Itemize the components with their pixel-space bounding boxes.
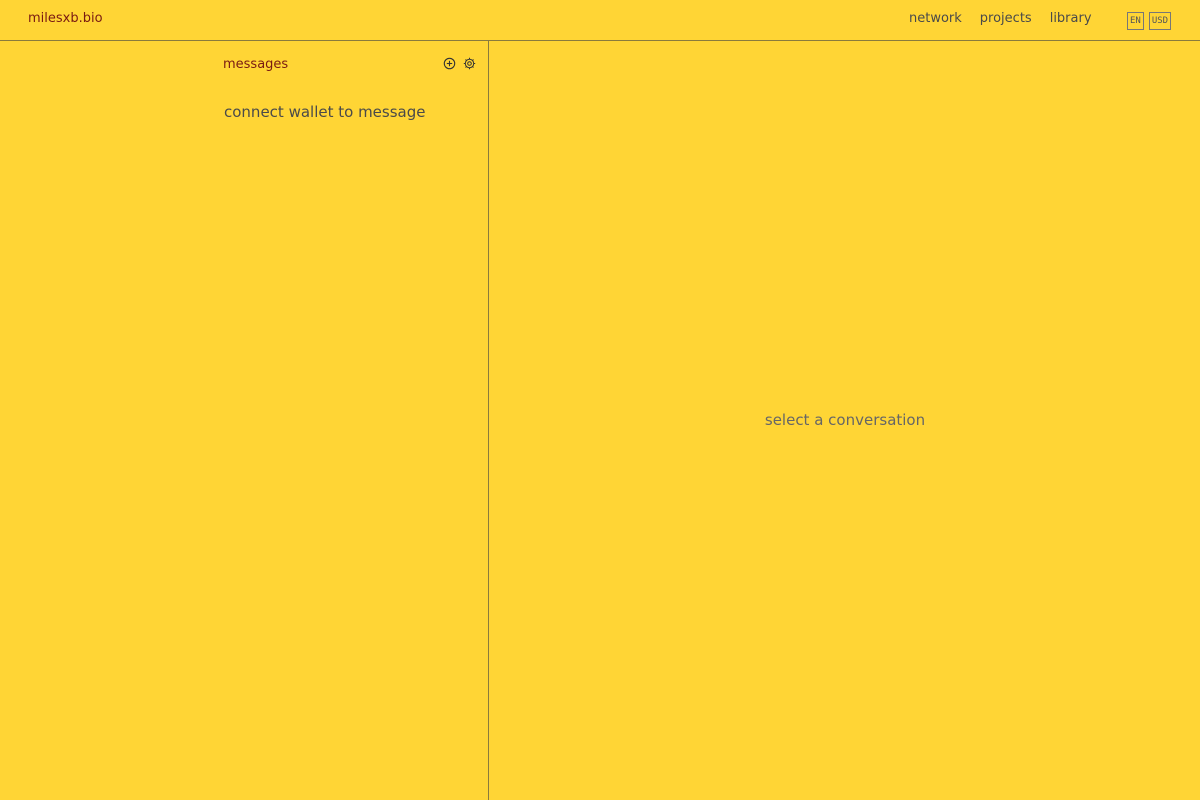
- empty-conversation-placeholder: select a conversation: [764, 411, 926, 429]
- brand-link[interactable]: milesxb.bio: [28, 11, 103, 26]
- nav-projects[interactable]: projects: [980, 11, 1032, 26]
- nav-network[interactable]: network: [909, 11, 962, 26]
- add-circle-icon[interactable]: [443, 57, 456, 70]
- language-toggle[interactable]: EN: [1127, 12, 1144, 30]
- currency-toggle[interactable]: USD: [1148, 12, 1172, 30]
- conversation-pane: select a conversation: [490, 41, 1200, 800]
- top-bar: milesxb.bio network projects library EN …: [0, 0, 1200, 41]
- sidebar-title: messages: [223, 57, 289, 72]
- connect-wallet-message: connect wallet to message: [224, 103, 426, 121]
- messages-sidebar: messages connect wallet to message: [0, 41, 489, 800]
- main-nav: network projects library: [909, 11, 1092, 26]
- nav-library[interactable]: library: [1050, 11, 1092, 26]
- gear-icon[interactable]: [463, 57, 476, 70]
- locale-controls: EN USD: [1127, 12, 1172, 30]
